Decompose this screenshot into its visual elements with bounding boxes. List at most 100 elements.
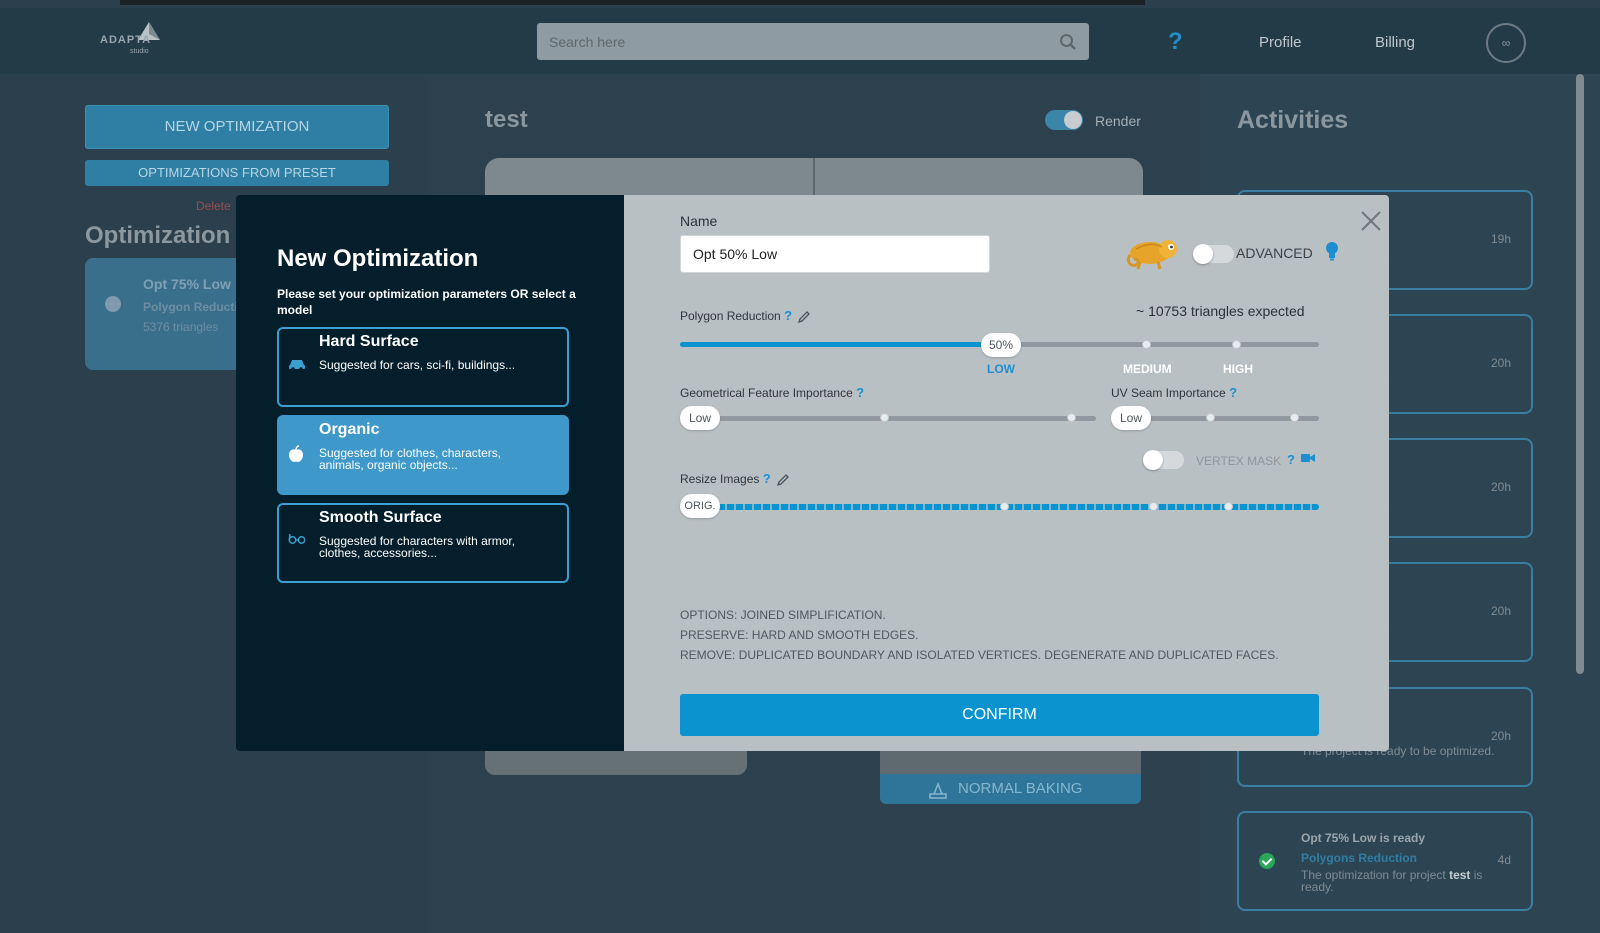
vertex-mask-label: VERTEX MASK — [1196, 454, 1282, 468]
polygon-reduction-fill — [680, 342, 1000, 347]
success-check-icon — [1259, 853, 1275, 869]
viewer-divider[interactable] — [813, 158, 815, 198]
help-icon[interactable]: ? — [1168, 28, 1183, 56]
normal-baking-label: NORMAL BAKING — [958, 780, 1083, 797]
polygon-reduction-label-row: Polygon Reduction ? — [680, 308, 811, 324]
geo-importance-track[interactable] — [690, 416, 1096, 421]
geo-importance-knob[interactable]: Low — [680, 406, 720, 430]
modal-subtitle: Please set your optimization parameters … — [277, 287, 576, 317]
confirm-button[interactable]: CONFIRM — [680, 694, 1319, 736]
advanced-label: ADVANCED — [1236, 245, 1313, 261]
slider-stop[interactable] — [1206, 413, 1215, 422]
baking-icon — [929, 781, 947, 799]
name-label: Name — [680, 213, 718, 229]
render-label: Render — [1095, 113, 1141, 129]
logo[interactable]: ADAPTA studio — [100, 20, 170, 60]
polygon-reduction-help-icon[interactable]: ? — [784, 308, 792, 323]
new-optimization-modal: New Optimization Please set your optimiz… — [236, 195, 1389, 751]
slider-stop[interactable] — [1290, 413, 1299, 422]
search-input[interactable] — [549, 23, 1049, 60]
activity-title: Opt 75% Low is ready — [1301, 831, 1426, 845]
model-card-title: Smooth Surface — [319, 509, 442, 526]
level-low-label: LOW — [987, 362, 1015, 376]
level-medium-label: MEDIUM — [1123, 362, 1172, 376]
resize-images-knob[interactable]: ORIG. — [680, 494, 720, 518]
activity-card[interactable]: Opt 75% Low is ready Polygons Reduction Th… — [1237, 811, 1533, 911]
preserve-note: PRESERVE: HARD AND SMOOTH EDGES. — [680, 628, 919, 642]
activities-scrollbar[interactable] — [1576, 74, 1584, 674]
uv-seam-knob[interactable]: Low — [1111, 406, 1151, 430]
model-card-hard-surface[interactable]: Hard Surface Suggested for cars, sci-fi,… — [277, 327, 569, 407]
pencil-icon[interactable] — [797, 310, 811, 324]
polygon-reduction-knob[interactable]: 50% — [981, 333, 1021, 357]
slider-stop[interactable] — [1000, 502, 1009, 511]
slider-stop[interactable] — [1149, 502, 1158, 511]
uv-seam-help-icon[interactable]: ? — [1229, 385, 1237, 400]
triangles-expected: ~ 10753 triangles expected — [1136, 303, 1305, 319]
model-card-desc: Suggested for cars, sci-fi, buildings... — [319, 358, 516, 372]
normal-baking-button[interactable]: NORMAL BAKING — [880, 774, 1141, 804]
apple-icon — [289, 445, 303, 462]
slider-stop-high[interactable] — [1232, 340, 1241, 349]
video-camera-icon[interactable] — [1301, 453, 1315, 463]
optimizations-from-preset-button[interactable]: OPTIMIZATIONS FROM PRESET — [85, 160, 389, 186]
geo-importance-label: Geometrical Feature Importance — [680, 386, 853, 400]
options-note: OPTIONS: JOINED SIMPLIFICATION. — [680, 608, 886, 622]
resize-images-label: Resize Images — [680, 472, 760, 486]
geo-importance-help-icon[interactable]: ? — [856, 385, 864, 400]
activity-time: 20h — [1490, 604, 1511, 618]
activities-title: Activities — [1237, 106, 1349, 134]
optimization-card-name: Opt 75% Low — [143, 276, 231, 292]
chameleon-icon — [1126, 240, 1177, 270]
delete-link[interactable]: Delete — [196, 199, 231, 213]
resize-label-row: Resize Images ? — [680, 471, 790, 487]
activity-time: 20h — [1490, 729, 1511, 743]
advanced-toggle[interactable] — [1193, 244, 1234, 264]
activity-time: 4d — [1497, 853, 1511, 867]
nav-profile[interactable]: Profile — [1259, 34, 1302, 51]
logo-subtext: studio — [130, 48, 149, 55]
remove-note: REMOVE: DUPLICATED BOUNDARY AND ISOLATED… — [680, 648, 1279, 662]
name-input[interactable] — [680, 235, 990, 273]
modal-left-pane: New Optimization Please set your optimiz… — [236, 195, 624, 751]
window-top-strip — [120, 0, 1145, 5]
optimizations-section-title: Optimization — [85, 222, 231, 249]
model-card-title: Organic — [319, 421, 380, 438]
model-card-desc: Suggested for clothes, characters, anima… — [319, 446, 502, 472]
check-icon — [105, 296, 121, 312]
search-bar — [537, 23, 1089, 60]
activity-type: Polygons Reduction — [1301, 851, 1418, 865]
slider-stop[interactable] — [1224, 502, 1233, 511]
modal-title: New Optimization — [277, 245, 479, 272]
car-icon — [289, 360, 305, 371]
model-card-organic[interactable]: Organic Suggested for clothes, character… — [277, 415, 569, 495]
logo-text: ADAPTA — [100, 34, 152, 46]
close-icon[interactable] — [1359, 209, 1383, 233]
slider-stop-medium[interactable] — [1142, 340, 1151, 349]
optimization-card-triangles: 5376 triangles — [143, 320, 219, 334]
level-high-label: HIGH — [1223, 362, 1253, 376]
resize-images-help-icon[interactable]: ? — [763, 471, 771, 486]
avatar[interactable]: ∞ — [1486, 23, 1526, 63]
vertex-mask-help-icon[interactable]: ? — [1287, 452, 1295, 467]
activity-time: 20h — [1490, 480, 1511, 494]
slider-stop[interactable] — [880, 413, 889, 422]
activity-time: 20h — [1490, 356, 1511, 370]
pencil-icon[interactable] — [776, 473, 790, 487]
render-toggle[interactable] — [1045, 110, 1083, 130]
model-card-title: Hard Surface — [319, 333, 419, 350]
project-title: test — [485, 106, 528, 133]
new-optimization-button[interactable]: NEW OPTIMIZATION — [85, 105, 389, 149]
activity-project-name: test — [1449, 868, 1471, 882]
uv-label-row: UV Seam Importance ? — [1111, 385, 1237, 400]
vertex-mask-toggle[interactable] — [1143, 450, 1184, 470]
search-icon[interactable] — [1059, 33, 1077, 51]
model-card-smooth-surface[interactable]: Smooth Surface Suggested for characters … — [277, 503, 569, 583]
slider-stop[interactable] — [1067, 413, 1076, 422]
lightbulb-icon[interactable] — [1325, 241, 1339, 261]
activity-desc: The optimization for project test is rea… — [1301, 869, 1501, 893]
activity-time: 19h — [1490, 232, 1511, 246]
model-card-desc: Suggested for characters with armor, clo… — [319, 534, 516, 560]
uv-seam-label: UV Seam Importance — [1111, 386, 1226, 400]
nav-billing[interactable]: Billing — [1375, 34, 1415, 51]
